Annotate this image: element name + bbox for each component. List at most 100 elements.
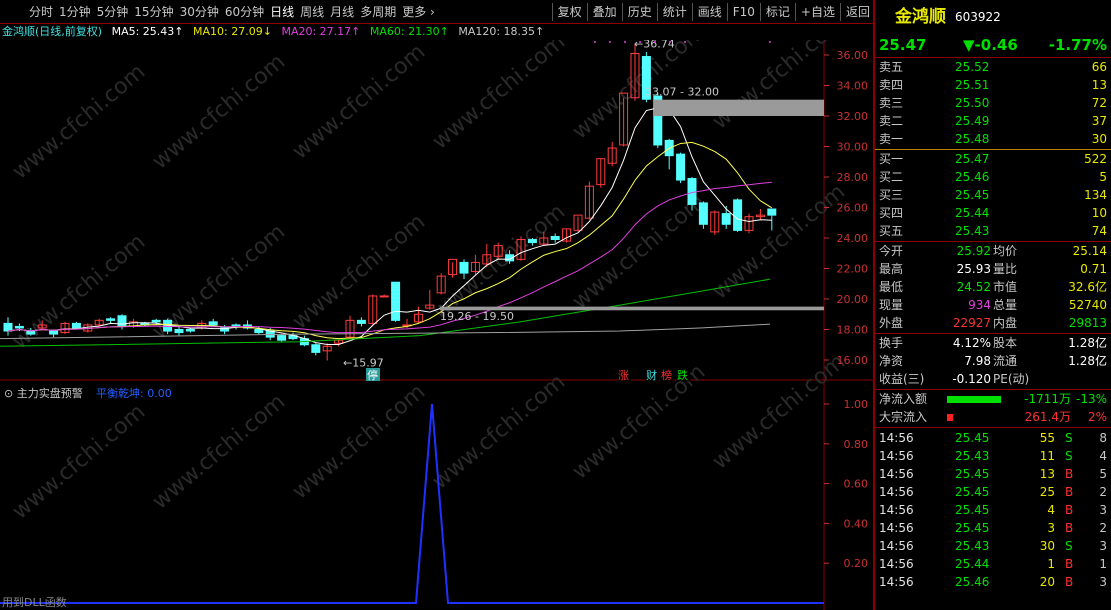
price-tick-label: 22.00 — [837, 263, 869, 276]
stock-name: 金鸿顺 — [895, 7, 946, 27]
tick-side: S — [1065, 431, 1073, 445]
stat-value: 934 — [968, 298, 991, 312]
price-tick-label: 32.00 — [837, 110, 869, 123]
flow-pct: -13% — [1075, 392, 1107, 406]
price-line: 25.47 ▼-0.46 -1.77% — [879, 34, 1107, 56]
watermark-text: www.cfchi.com — [8, 399, 150, 524]
ask-vol: 13 — [1091, 78, 1107, 92]
toolbar-separator — [759, 2, 761, 21]
price-tick-label: 24.00 — [837, 232, 869, 245]
toolbar-separator — [726, 2, 728, 21]
stat2-value: -0.120 — [952, 372, 991, 386]
candle-body — [527, 239, 537, 244]
toolbar-separator — [586, 2, 588, 21]
stat-label2: 总量 — [993, 298, 1018, 312]
toolbar-btn-7[interactable]: +自选 — [798, 0, 838, 24]
toolbar-btn-3[interactable]: 统计 — [660, 0, 690, 24]
period-tab-4[interactable]: 30分钟 — [177, 0, 222, 24]
chart-title: 金鸿顺(日线,前复权) — [2, 25, 103, 38]
tick-vol: 3 — [1047, 521, 1055, 535]
ask-label: 卖一 — [879, 132, 904, 146]
candle-body — [356, 319, 366, 324]
bid-row: 买一 25.47 522 — [879, 151, 1107, 168]
tick-side: B — [1065, 485, 1074, 499]
bid-label: 买二 — [879, 170, 904, 184]
toolbar-btn-0[interactable]: 复权 — [555, 0, 585, 24]
low-label: ←15.97 — [343, 356, 384, 369]
watermark-text: www.cfchi.com — [428, 369, 570, 494]
price-tick-label: 16.00 — [837, 354, 869, 367]
candle-body — [698, 202, 708, 225]
ind-tick-label: 0.80 — [844, 438, 869, 451]
stock-code: 603922 — [955, 10, 1001, 24]
tick-side: B — [1065, 467, 1074, 481]
period-tab-7[interactable]: 周线 — [297, 0, 327, 24]
indicator-title: ⊙ 主力实盘预警 — [4, 386, 83, 400]
stat2-row: 收益(三) -0.120 PE(动) — [879, 371, 1107, 388]
ma60-line — [0, 278, 771, 347]
toolbar-btn-2[interactable]: 历史 — [625, 0, 655, 24]
stat-label2: 内盘 — [993, 316, 1018, 330]
event-tag-die: 跌 — [677, 368, 688, 382]
flow-row: 大宗流入 261.4万 2% — [879, 409, 1107, 426]
stat2-value2: 1.28亿 — [1068, 354, 1107, 368]
candle-body — [687, 178, 697, 205]
ask-label: 卖二 — [879, 114, 904, 128]
ask-price: 25.51 — [955, 78, 990, 92]
period-tab-1[interactable]: 1分钟 — [56, 0, 94, 24]
tick-side: S — [1065, 449, 1073, 463]
period-tab-0[interactable]: 分时 — [26, 0, 56, 24]
tick-count: 2 — [1099, 521, 1107, 535]
watermark-text: www.cfchi.com — [148, 49, 290, 174]
stat2-value: 4.12% — [952, 336, 991, 350]
ask-vol: 66 — [1091, 60, 1107, 74]
period-tab-6[interactable]: 日线 — [267, 0, 297, 24]
tick-count: 4 — [1099, 449, 1107, 463]
ind-tick-label: 1.00 — [844, 398, 869, 411]
bid-vol: 522 — [1084, 152, 1107, 166]
ask-price: 25.48 — [955, 132, 990, 146]
candle-body — [151, 319, 161, 323]
toolbar-separator — [551, 2, 553, 21]
candle-body — [208, 321, 218, 326]
bid-label: 买一 — [879, 152, 904, 166]
stat-label2: 均价 — [993, 244, 1018, 258]
stat-row: 最低 24.52 市值 32.6亿 — [879, 279, 1107, 296]
ask-label: 卖三 — [879, 96, 904, 110]
stat-row: 最高 25.93 量比 0.71 — [879, 261, 1107, 278]
period-tab-2[interactable]: 5分钟 — [94, 0, 132, 24]
ask-row: 卖一 25.48 30 — [879, 131, 1107, 148]
tick-count: 1 — [1099, 557, 1107, 571]
candle-body — [379, 295, 389, 298]
event-tag-cai: 财 — [646, 368, 657, 382]
tick-side: S — [1065, 539, 1073, 553]
toolbar-btn-4[interactable]: 画线 — [695, 0, 725, 24]
period-tab-8[interactable]: 月线 — [327, 0, 357, 24]
ma60-label: MA60: 21.30↑ — [369, 25, 449, 38]
period-tab-5[interactable]: 60分钟 — [222, 0, 267, 24]
stat2-value: 7.98 — [964, 354, 991, 368]
tick-row: 14:56 25.45 55 S 8 — [879, 430, 1107, 447]
toolbar-btn-6[interactable]: 标记 — [763, 0, 793, 24]
toolbar-btn-1[interactable]: 叠加 — [590, 0, 620, 24]
stat2-row: 净资 7.98 流通 1.28亿 — [879, 353, 1107, 370]
period-tab-3[interactable]: 15分钟 — [131, 0, 176, 24]
kline-chart[interactable]: www.cfchi.comwww.cfchi.comwww.cfchi.comw… — [0, 40, 873, 610]
flow-row: 净流入额 -1711万 -13% — [879, 391, 1107, 408]
period-tab-9[interactable]: 多周期 — [357, 0, 399, 24]
bid-price: 25.44 — [955, 206, 990, 220]
flow-pct: 2% — [1087, 410, 1107, 424]
signal-dot — [769, 41, 771, 43]
toolbar-separator — [794, 2, 796, 21]
toolbar-btn-5[interactable]: F10 — [730, 0, 758, 24]
candle-body — [721, 213, 731, 225]
stat-value2: 25.14 — [1072, 244, 1107, 258]
toolbar-btn-8[interactable]: 返回 — [843, 0, 873, 24]
flow-value: 261.4万 — [1024, 410, 1071, 424]
candle-body — [550, 235, 560, 241]
ma120-label: MA120: 18.35↑ — [458, 25, 545, 38]
bid-label: 买四 — [879, 206, 904, 220]
period-tab-10[interactable]: 更多 › — [399, 0, 438, 24]
watermark-text: www.cfchi.com — [8, 59, 150, 184]
candle-body — [174, 329, 184, 334]
